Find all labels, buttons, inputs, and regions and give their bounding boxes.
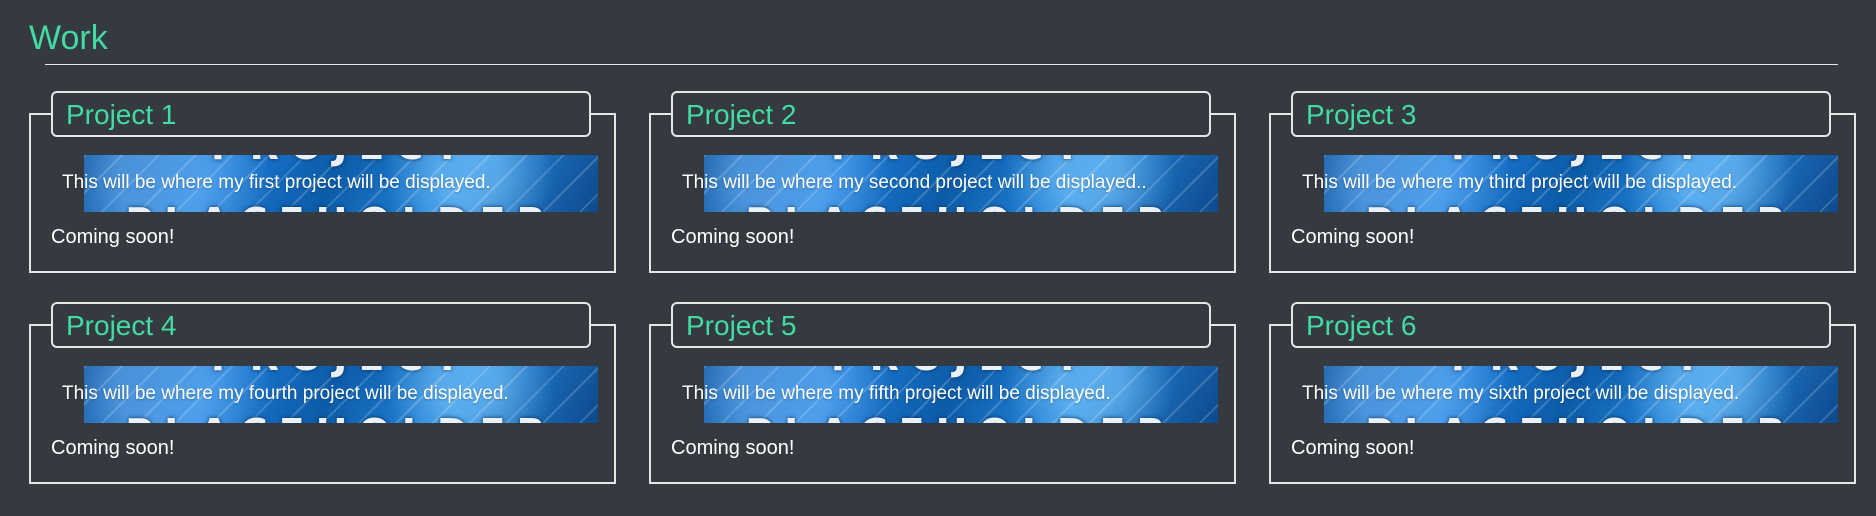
- project-status: Coming soon!: [671, 437, 795, 459]
- project-card-3[interactable]: PROJECT PLACEHOLDER Project 3 This will …: [1269, 91, 1856, 273]
- project-description: This will be where my fifth project will…: [682, 383, 1111, 404]
- project-title: Project 3: [1306, 99, 1417, 130]
- placeholder-image-bottom-text: PLACEHOLDER: [1324, 202, 1838, 212]
- project-title: Project 6: [1306, 310, 1417, 341]
- placeholder-image-top-text: PROJECT: [84, 366, 598, 377]
- project-title: Project 2: [686, 99, 797, 130]
- project-title: Project 5: [686, 310, 797, 341]
- placeholder-image-bottom-text: PLACEHOLDER: [84, 202, 598, 212]
- placeholder-image-top-text: PROJECT: [704, 155, 1218, 166]
- placeholder-image-bottom-text: PLACEHOLDER: [704, 413, 1218, 423]
- project-grid: PROJECT PLACEHOLDER Project 1 This will …: [29, 91, 1856, 484]
- project-status: Coming soon!: [1291, 226, 1415, 248]
- project-card-header: Project 2: [671, 91, 1211, 137]
- project-title: Project 1: [66, 99, 177, 130]
- project-card-1[interactable]: PROJECT PLACEHOLDER Project 1 This will …: [29, 91, 616, 273]
- section-divider: [45, 64, 1838, 65]
- project-card-header: Project 4: [51, 302, 591, 348]
- project-card-4[interactable]: PROJECT PLACEHOLDER Project 4 This will …: [29, 302, 616, 484]
- project-card-5[interactable]: PROJECT PLACEHOLDER Project 5 This will …: [649, 302, 1236, 484]
- placeholder-image-bottom-text: PLACEHOLDER: [84, 413, 598, 423]
- project-status: Coming soon!: [51, 226, 175, 248]
- placeholder-image-top-text: PROJECT: [1324, 366, 1838, 377]
- placeholder-image-top-text: PROJECT: [704, 366, 1218, 377]
- project-card-header: Project 6: [1291, 302, 1831, 348]
- placeholder-image-top-text: PROJECT: [84, 155, 598, 166]
- project-title: Project 4: [66, 310, 177, 341]
- placeholder-image-bottom-text: PLACEHOLDER: [1324, 413, 1838, 423]
- project-status: Coming soon!: [1291, 437, 1415, 459]
- project-description: This will be where my fourth project wil…: [62, 383, 509, 404]
- project-card-2[interactable]: PROJECT PLACEHOLDER Project 2 This will …: [649, 91, 1236, 273]
- project-description: This will be where my second project wil…: [682, 172, 1147, 193]
- placeholder-image-top-text: PROJECT: [1324, 155, 1838, 166]
- project-card-header: Project 1: [51, 91, 591, 137]
- project-description: This will be where my third project will…: [1302, 172, 1738, 193]
- project-card-header: Project 3: [1291, 91, 1831, 137]
- project-status: Coming soon!: [671, 226, 795, 248]
- project-card-6[interactable]: PROJECT PLACEHOLDER Project 6 This will …: [1269, 302, 1856, 484]
- project-description: This will be where my first project will…: [62, 172, 491, 193]
- section-title: Work: [29, 19, 108, 57]
- project-description: This will be where my sixth project will…: [1302, 383, 1740, 404]
- project-status: Coming soon!: [51, 437, 175, 459]
- placeholder-image-bottom-text: PLACEHOLDER: [704, 202, 1218, 212]
- project-card-header: Project 5: [671, 302, 1211, 348]
